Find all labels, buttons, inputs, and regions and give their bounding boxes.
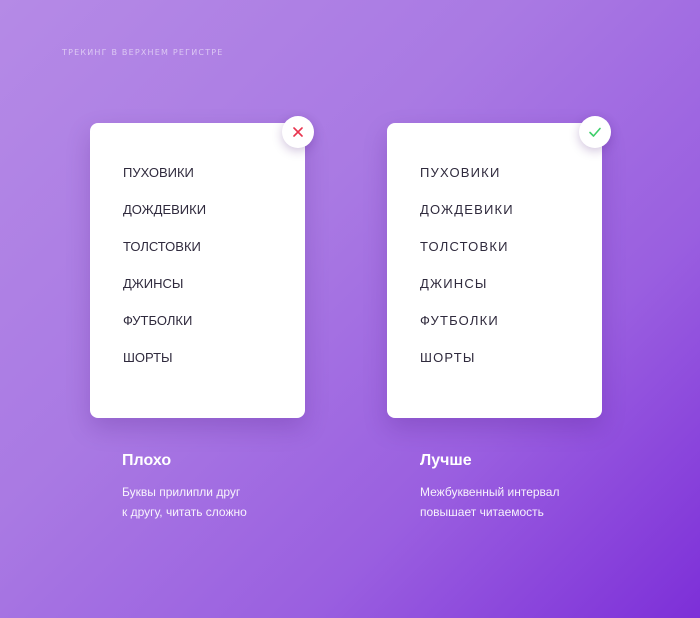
bad-badge xyxy=(282,116,314,148)
caption-title: Лучше xyxy=(420,452,472,469)
caption-good: Лучше Межбуквенный интервал повышает чит… xyxy=(420,450,640,522)
caption-line: Межбуквенный интервал xyxy=(420,485,560,499)
check-icon xyxy=(589,127,601,137)
card-good-example: ПУХОВИКИ ДОЖДЕВИКИ ТОЛСТОВКИ ДЖИНСЫ ФУТБ… xyxy=(387,116,611,418)
list-item: ДЖИНСЫ xyxy=(420,276,488,291)
list-item: ФУТБОЛКИ xyxy=(420,313,499,328)
caption-description: Межбуквенный интервал повышает читаемост… xyxy=(420,482,590,522)
list-item: ДОЖДЕВИКИ xyxy=(420,202,514,217)
list-item: ШОРТЫ xyxy=(420,350,476,365)
close-icon xyxy=(293,127,303,137)
good-badge xyxy=(579,116,611,148)
caption-title: Плохо xyxy=(122,452,172,469)
list-item: ШОРТЫ xyxy=(123,350,173,365)
list-item: ФУТБОЛКИ xyxy=(123,313,193,328)
list-item: ПУХОВИКИ xyxy=(420,165,501,180)
list-item: ТОЛСТОВКИ xyxy=(123,239,201,254)
list-item: ДОЖДЕВИКИ xyxy=(123,202,207,217)
card-bad-example: ПУХОВИКИ ДОЖДЕВИКИ ТОЛСТОВКИ ДЖИНСЫ ФУТБ… xyxy=(90,116,314,418)
caption-line: Буквы прилипли друг xyxy=(122,485,241,499)
product-list-tight: ПУХОВИКИ ДОЖДЕВИКИ ТОЛСТОВКИ ДЖИНСЫ ФУТБ… xyxy=(123,165,206,387)
list-item: ДЖИНСЫ xyxy=(123,276,184,291)
caption-line: повышает читаемость xyxy=(420,505,544,519)
caption-bad: Плохо Буквы прилипли друг к другу, читат… xyxy=(122,450,342,522)
caption-line: к другу, читать сложно xyxy=(122,505,247,519)
list-item: ТОЛСТОВКИ xyxy=(420,239,509,254)
page-heading: ТРЕКИНГ В ВЕРХНЕМ РЕГИСТРЕ xyxy=(62,48,224,57)
product-list-tracked: ПУХОВИКИ ДОЖДЕВИКИ ТОЛСТОВКИ ДЖИНСЫ ФУТБ… xyxy=(420,165,514,387)
list-item: ПУХОВИКИ xyxy=(123,165,194,180)
caption-description: Буквы прилипли друг к другу, читать слож… xyxy=(122,482,292,522)
